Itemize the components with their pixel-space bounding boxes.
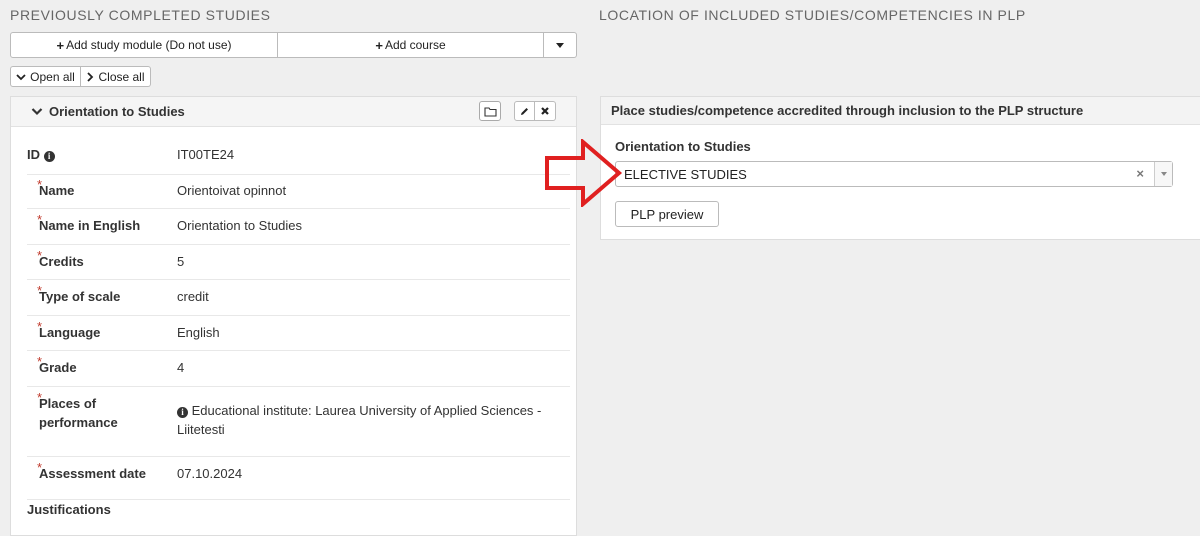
field-label-name-en: Name in English <box>39 218 141 233</box>
add-course-label: Add course <box>384 38 446 52</box>
field-row-assessment: * Assessment date 07.10.2024 <box>27 460 570 500</box>
left-section-title: PREVIOUSLY COMPLETED STUDIES <box>10 7 271 23</box>
field-row-language: * Language English <box>27 319 570 351</box>
field-label-name: Name <box>39 183 75 198</box>
field-row-credits: * Credits 5 <box>27 248 570 280</box>
add-button-group: + Add study module (Do not use) + Add co… <box>10 32 577 58</box>
folder-icon <box>483 106 497 117</box>
field-value-scale: credit <box>177 289 209 304</box>
expand-button-group: Open all Close all <box>10 66 151 87</box>
field-row-name: * Name Orientoivat opinnot <box>27 177 570 209</box>
chevron-down-icon[interactable] <box>31 107 43 116</box>
places-label-line1: Places of <box>39 396 97 411</box>
edit-delete-group <box>514 101 556 121</box>
field-label-credits: Credits <box>39 254 84 269</box>
chevron-right-icon <box>87 71 94 82</box>
close-icon <box>541 107 549 115</box>
add-study-module-label: Add study module (Do not use) <box>66 38 232 52</box>
study-panel: Orientation to Studies ID i IT00TE24 * N… <box>10 96 577 536</box>
field-row-grade: * Grade 4 <box>27 354 570 387</box>
select-label: Orientation to Studies <box>615 139 751 154</box>
places-value-line2: Liitetesti <box>177 422 225 437</box>
field-value-id: IT00TE24 <box>177 147 235 162</box>
id-label-text: ID <box>27 147 40 162</box>
add-study-module-button[interactable]: + Add study module (Do not use) <box>10 32 278 58</box>
plp-location-select[interactable]: ELECTIVE STUDIES × <box>615 161 1173 187</box>
field-row-id: ID i IT00TE24 <box>27 145 570 175</box>
field-label-scale: Type of scale <box>39 289 121 304</box>
field-label-id: ID i <box>27 145 55 164</box>
placement-panel: Place studies/competence accredited thro… <box>600 96 1200 240</box>
clear-icon[interactable]: × <box>1136 166 1144 181</box>
field-value-assessment: 07.10.2024 <box>177 466 243 481</box>
field-value-places: i Educational institute: Laurea Universi… <box>177 401 541 439</box>
field-row-justifications: Justifications <box>27 500 570 530</box>
field-label-places: Places of performance <box>39 394 118 432</box>
field-label-grade: Grade <box>39 360 77 375</box>
open-all-label: Open all <box>30 69 75 84</box>
delete-button[interactable] <box>535 101 556 121</box>
open-all-button[interactable]: Open all <box>10 66 81 87</box>
placement-panel-title: Place studies/competence accredited thro… <box>611 103 1084 118</box>
field-label-assessment: Assessment date <box>39 466 146 481</box>
right-section-title: LOCATION OF INCLUDED STUDIES/COMPETENCIE… <box>599 7 1026 23</box>
study-panel-title: Orientation to Studies <box>49 104 185 119</box>
info-icon[interactable]: i <box>177 407 188 418</box>
field-value-language: English <box>177 325 220 340</box>
plp-preview-button[interactable]: PLP preview <box>615 201 719 227</box>
annotation-arrow-icon <box>545 139 623 207</box>
field-value-grade: 4 <box>177 360 185 375</box>
add-dropdown-toggle[interactable] <box>544 32 577 58</box>
caret-down-icon <box>556 42 564 48</box>
places-label-line2: performance <box>39 415 118 430</box>
caret-down-icon <box>1160 172 1167 176</box>
chevron-down-icon <box>16 73 26 80</box>
close-all-button[interactable]: Close all <box>81 66 151 87</box>
select-dropdown-toggle[interactable] <box>1154 162 1172 186</box>
info-icon[interactable]: i <box>43 151 55 162</box>
places-value-line1: Educational institute: Laurea University… <box>191 403 542 418</box>
field-value-credits: 5 <box>177 254 185 269</box>
select-value: ELECTIVE STUDIES <box>624 167 747 182</box>
edit-button[interactable] <box>514 101 535 121</box>
field-label-justifications: Justifications <box>27 502 111 517</box>
field-value-name-en: Orientation to Studies <box>177 218 303 233</box>
field-label-language: Language <box>39 325 101 340</box>
placement-panel-header: Place studies/competence accredited thro… <box>601 97 1200 125</box>
close-all-label: Close all <box>98 69 145 84</box>
field-row-places: * Places of performance i Educational in… <box>27 390 570 457</box>
folder-button[interactable] <box>479 101 501 121</box>
field-value-name: Orientoivat opinnot <box>177 183 287 198</box>
add-course-button[interactable]: + Add course <box>278 32 544 58</box>
plus-icon: + <box>56 37 65 53</box>
field-row-scale: * Type of scale credit <box>27 283 570 316</box>
plus-icon: + <box>375 37 383 53</box>
pencil-icon <box>521 107 528 115</box>
field-row-name-en: * Name in English Orientation to Studies <box>27 212 570 245</box>
